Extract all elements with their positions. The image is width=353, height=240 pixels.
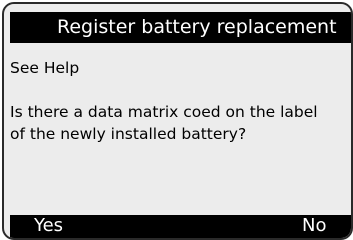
no-button[interactable]: No: [302, 212, 326, 238]
yes-button[interactable]: Yes: [34, 212, 63, 238]
display-screen: Register battery replacement See Help Is…: [10, 12, 351, 238]
softkey-bar: Yes No: [10, 215, 351, 238]
battery-question-text: Is there a data matrix coed on the label…: [10, 103, 318, 143]
device-screen-frame: Register battery replacement See Help Is…: [2, 2, 353, 240]
page-title: Register battery replacement: [57, 16, 337, 38]
see-help-text: See Help: [10, 59, 80, 77]
title-bar: Register battery replacement: [10, 12, 351, 43]
message-area: See Help Is there a data matrix coed on …: [10, 57, 351, 145]
